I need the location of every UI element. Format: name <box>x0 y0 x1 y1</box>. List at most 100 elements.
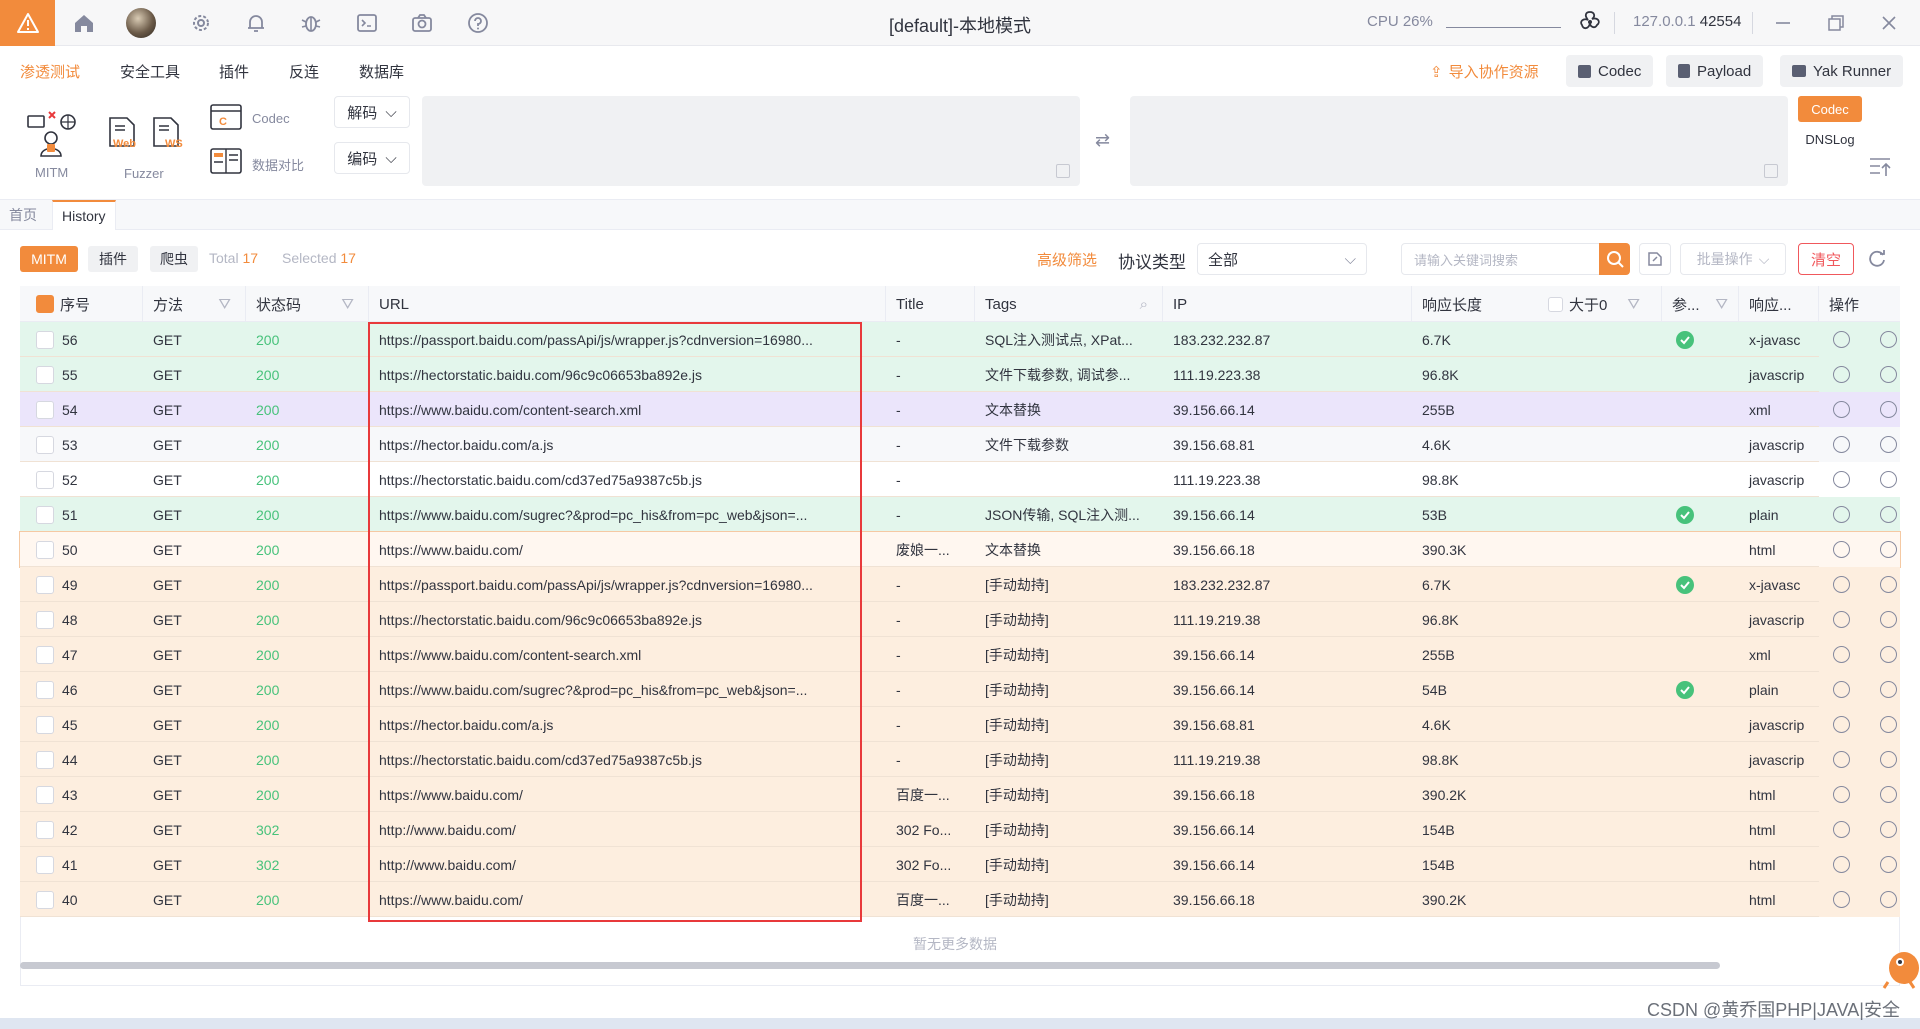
yak-runner-button[interactable]: Yak Runner <box>1780 55 1904 87</box>
share-icon[interactable] <box>1833 436 1850 453</box>
table-row[interactable]: 48 GET 200 https://hectorstatic.baidu.com/9… <box>20 602 1900 637</box>
close-icon[interactable] <box>1876 10 1902 36</box>
filter-icon[interactable]: ⛛ <box>1715 296 1728 313</box>
row-checkbox[interactable] <box>36 645 54 664</box>
restore-icon[interactable] <box>1823 10 1849 36</box>
share-icon[interactable] <box>1833 366 1850 383</box>
arrow-right-icon[interactable] <box>1880 821 1897 838</box>
payload-button[interactable]: Payload <box>1666 55 1764 87</box>
arrow-right-icon[interactable] <box>1880 436 1897 453</box>
row-checkbox[interactable] <box>36 540 54 559</box>
batch-actions-select[interactable]: 批量操作 ⌵ <box>1680 243 1786 275</box>
codec-button[interactable]: Codec <box>1566 55 1654 87</box>
advanced-filter-link[interactable]: 高级筛选 <box>1037 249 1097 270</box>
table-row[interactable]: 41 GET 302 http://www.baidu.com/302 Fo... [手… <box>20 847 1900 882</box>
filter-mitm[interactable]: MITM <box>20 246 78 272</box>
row-checkbox[interactable] <box>36 505 54 524</box>
row-checkbox[interactable] <box>36 435 54 454</box>
arrow-right-icon[interactable] <box>1880 681 1897 698</box>
filter-crawler[interactable]: 爬虫 <box>150 246 198 272</box>
table-row[interactable]: 49 GET 200 https://passport.baidu.com/passA… <box>20 567 1900 602</box>
table-row[interactable]: 51 GET 200 https://www.baidu.com/sugrec?&pr… <box>20 497 1900 532</box>
table-row[interactable]: 50 GET 200 https://www.baidu.com/废娘一... 文本替换… <box>19 531 1901 568</box>
codec-output-editor[interactable] <box>1130 96 1788 186</box>
arrow-right-icon[interactable] <box>1880 716 1897 733</box>
menu-database[interactable]: 数据库 <box>359 61 404 82</box>
row-checkbox[interactable] <box>36 750 54 769</box>
ws-fuzzer-tool[interactable]: WS <box>152 116 183 158</box>
table-row[interactable]: 47 GET 200 https://www.baidu.com/content-se… <box>20 637 1900 672</box>
table-row[interactable]: 44 GET 200 https://hectorstatic.baidu.com/c… <box>20 742 1900 777</box>
decode-select[interactable]: 解码 ⌵ <box>334 96 410 128</box>
share-icon[interactable] <box>1833 401 1850 418</box>
table-row[interactable]: 56 GET 200 https://passport.baidu.com/passA… <box>20 322 1900 357</box>
row-checkbox[interactable] <box>36 820 54 839</box>
share-icon[interactable] <box>1833 471 1850 488</box>
gt0-checkbox[interactable] <box>1548 296 1563 312</box>
row-checkbox[interactable] <box>36 400 54 419</box>
col-id[interactable]: 序号 <box>20 286 143 322</box>
tab-home[interactable]: 首页 <box>0 200 46 230</box>
col-url[interactable]: URL <box>369 286 886 322</box>
share-icon[interactable] <box>1833 786 1850 803</box>
row-checkbox[interactable] <box>36 855 54 874</box>
arrow-right-icon[interactable] <box>1880 331 1897 348</box>
menu-plugins[interactable]: 插件 <box>219 61 249 82</box>
arrow-right-icon[interactable] <box>1880 506 1897 523</box>
compare-tool[interactable]: 数据对比 <box>210 148 320 178</box>
clear-button[interactable]: 清空 <box>1798 243 1854 275</box>
col-length[interactable]: 响应长度 大于0 ⛛ <box>1412 286 1662 322</box>
menu-reverse[interactable]: 反连 <box>289 61 319 82</box>
import-resources-link[interactable]: ⇪ 导入协作资源 <box>1430 61 1539 82</box>
swap-icon[interactable]: ⇄ <box>1095 130 1115 150</box>
tab-history[interactable]: History <box>52 200 116 230</box>
table-row[interactable]: 46 GET 200 https://www.baidu.com/sugrec?&pr… <box>20 672 1900 707</box>
table-row[interactable]: 43 GET 200 https://www.baidu.com/百度一... [手动劫… <box>20 777 1900 812</box>
row-checkbox[interactable] <box>36 785 54 804</box>
arrow-right-icon[interactable] <box>1880 401 1897 418</box>
row-checkbox[interactable] <box>36 575 54 594</box>
protocol-type-select[interactable]: 全部 ⌵ <box>1197 243 1367 275</box>
arrow-right-icon[interactable] <box>1880 471 1897 488</box>
refresh-icon[interactable] <box>1866 248 1888 270</box>
filter-icon[interactable]: ⛛ <box>1627 296 1640 313</box>
export-button[interactable] <box>1639 243 1671 275</box>
table-row[interactable]: 45 GET 200 https://hector.baidu.com/a.js - [手… <box>20 707 1900 742</box>
search-icon[interactable]: ⌕ <box>1140 296 1148 313</box>
row-checkbox[interactable] <box>36 890 54 909</box>
mitm-tool[interactable]: MITM <box>25 110 80 182</box>
share-icon[interactable] <box>1833 681 1850 698</box>
table-row[interactable]: 55 GET 200 https://hectorstatic.baidu.com/9… <box>20 357 1900 392</box>
share-icon[interactable] <box>1833 716 1850 733</box>
col-method[interactable]: 方法 ⛛ <box>143 286 246 322</box>
share-icon[interactable] <box>1833 821 1850 838</box>
share-icon[interactable] <box>1833 646 1850 663</box>
web-fuzzer-tool[interactable]: Web <box>108 116 138 158</box>
arrow-right-icon[interactable] <box>1880 891 1897 908</box>
row-checkbox[interactable] <box>36 330 54 349</box>
arrow-right-icon[interactable] <box>1880 646 1897 663</box>
arrow-right-icon[interactable] <box>1880 786 1897 803</box>
mascot-icon[interactable] <box>1880 938 1920 990</box>
filter-plugin[interactable]: 插件 <box>88 246 138 272</box>
side-codec-tab[interactable]: Codec <box>1798 96 1862 122</box>
share-icon[interactable] <box>1833 331 1850 348</box>
search-button[interactable] <box>1599 243 1630 275</box>
row-checkbox[interactable] <box>36 610 54 629</box>
col-status[interactable]: 状态码 ⛛ <box>246 286 369 322</box>
share-icon[interactable] <box>1833 576 1850 593</box>
minimize-icon[interactable] <box>1770 10 1796 36</box>
share-icon[interactable] <box>1833 856 1850 873</box>
arrow-right-icon[interactable] <box>1880 576 1897 593</box>
table-row[interactable]: 54 GET 200 https://www.baidu.com/content-se… <box>20 392 1900 427</box>
menu-pentest[interactable]: 渗透测试 <box>20 61 80 82</box>
share-icon[interactable] <box>1833 541 1850 558</box>
row-checkbox[interactable] <box>36 365 54 384</box>
col-response-type[interactable]: 响应... <box>1739 286 1819 322</box>
col-ip[interactable]: IP <box>1163 286 1412 322</box>
col-title[interactable]: Title <box>886 286 975 322</box>
codec-tool[interactable]: C Codec <box>210 104 320 134</box>
copy-icon[interactable] <box>1764 164 1778 178</box>
share-icon[interactable] <box>1833 751 1850 768</box>
filter-icon[interactable]: ⛛ <box>218 296 231 313</box>
